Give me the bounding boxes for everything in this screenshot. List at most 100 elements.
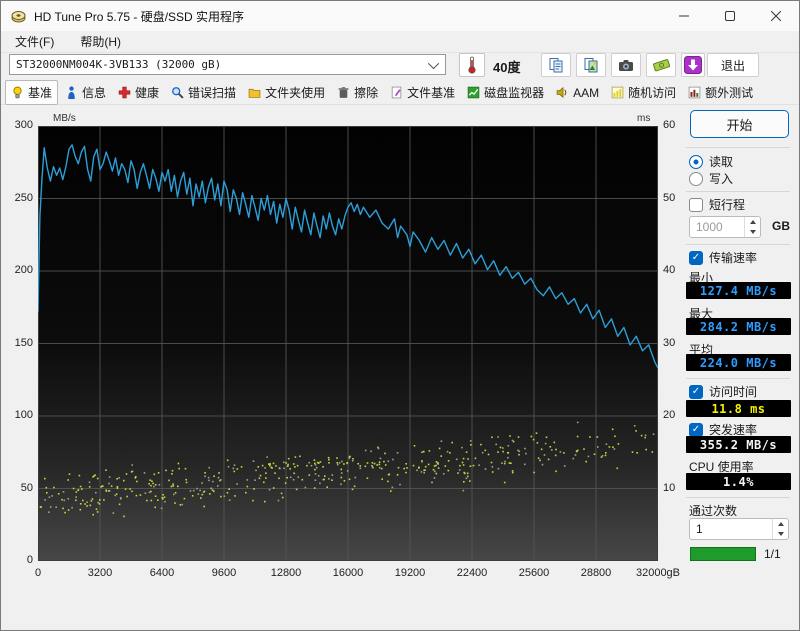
- window-title: HD Tune Pro 5.75 - 硬盘/SSD 实用程序: [34, 9, 245, 24]
- y-left-tick-label: 300: [14, 119, 33, 131]
- menu-help[interactable]: 帮助(H): [76, 31, 125, 52]
- minimize-button[interactable]: [661, 1, 707, 31]
- write-radio-row[interactable]: 写入: [689, 170, 733, 187]
- file-pen-icon: [391, 86, 402, 99]
- thermometer-icon: [468, 56, 476, 74]
- tab-random-access[interactable]: 随机访问: [606, 81, 681, 104]
- cpu-usage-display: 1.4%: [686, 473, 791, 490]
- capacity-unit: GB: [772, 219, 790, 233]
- camera-icon: [619, 59, 633, 71]
- x-tick-label: 22400: [456, 567, 488, 579]
- pass-count-spinner[interactable]: [772, 519, 788, 539]
- short-stroke-checkbox[interactable]: [689, 197, 703, 212]
- separator: [686, 191, 790, 192]
- burst-rate-checkbox[interactable]: ✓: [689, 422, 703, 437]
- app-window: HD Tune Pro 5.75 - 硬盘/SSD 实用程序 文件(F) 帮助(…: [0, 0, 800, 631]
- x-tick-label: 9600: [211, 567, 237, 579]
- x-tick-label: 32000gB: [635, 567, 681, 579]
- exit-button-label: 退出: [720, 58, 745, 73]
- benchmark-chart: MB/s ms 300 250 200 150 100 50 0 60 50 40 30 20 10 0 3…: [1, 105, 683, 605]
- plot-canvas: [38, 126, 658, 561]
- write-radio[interactable]: [689, 171, 703, 186]
- tab-health[interactable]: 健康: [113, 81, 164, 104]
- tab-label: 擦除: [354, 86, 379, 100]
- tab-label: 文件基准: [407, 86, 456, 100]
- separator: [686, 147, 790, 148]
- x-tick-label: 6400: [149, 567, 175, 579]
- tab-extra-tests[interactable]: 额外测试: [683, 81, 758, 104]
- pass-count-stepper[interactable]: 1: [689, 518, 789, 540]
- exit-button[interactable]: 退出: [707, 53, 759, 77]
- x-tick-label: 16000: [332, 567, 364, 579]
- y-left-tick-label: 0: [26, 554, 33, 566]
- left-axis-unit: MB/s: [53, 113, 76, 124]
- banknote-icon: [652, 59, 670, 72]
- pass-count-value: 1: [696, 522, 703, 536]
- tab-file-benchmark[interactable]: 文件基准: [385, 81, 460, 104]
- maximize-button[interactable]: [707, 1, 753, 31]
- trash-icon: [338, 87, 349, 98]
- drive-select-dropdown[interactable]: ST32000NM004K-3VB133 (32000 gB): [9, 54, 446, 75]
- read-radio-row[interactable]: 读取: [689, 153, 733, 170]
- app-icon: [11, 10, 26, 22]
- copy-image-icon: [584, 58, 598, 73]
- tab-erase[interactable]: 擦除: [332, 81, 383, 104]
- short-stroke-row[interactable]: 短行程: [689, 196, 745, 213]
- menu-bar: 文件(F) 帮助(H): [1, 31, 799, 53]
- read-radio-label: 读取: [709, 155, 734, 169]
- capacity-stepper[interactable]: 1000: [689, 216, 761, 238]
- copy-text-button[interactable]: [541, 53, 571, 77]
- drive-select-value: ST32000NM004K-3VB133 (32000 gB): [16, 58, 222, 71]
- tab-label: 磁盘监视器: [484, 86, 545, 100]
- magnifier-icon: [172, 87, 184, 99]
- read-radio[interactable]: [689, 154, 703, 169]
- tab-label: 信息: [82, 86, 107, 100]
- y-left-tick-label: 50: [20, 481, 33, 494]
- close-button[interactable]: [753, 1, 799, 31]
- y-left-tick-label: 250: [14, 191, 33, 204]
- tab-disk-monitor[interactable]: 磁盘监视器: [462, 81, 549, 104]
- control-panel: 开始 读取 写入 短行程 1000 GB ✓ 传输速率 最小 127.4 MB/…: [684, 106, 796, 626]
- toolbar: ST32000NM004K-3VB133 (32000 gB) 40度 退出: [1, 53, 799, 79]
- lightbulb-icon: [13, 86, 22, 99]
- tab-label: 基准: [28, 86, 53, 100]
- max-value-display: 284.2 MB/s: [686, 318, 791, 335]
- temperature-indicator: [459, 53, 485, 77]
- copy-image-button[interactable]: [576, 53, 606, 77]
- separator: [686, 497, 790, 498]
- x-tick-label: 3200: [87, 567, 113, 579]
- x-tick-label: 0: [34, 567, 42, 579]
- burst-rate-display: 355.2 MB/s: [686, 436, 791, 453]
- access-time-checkbox[interactable]: ✓: [689, 384, 703, 399]
- menu-file[interactable]: 文件(F): [11, 31, 58, 52]
- start-button[interactable]: 开始: [690, 110, 789, 138]
- tab-label: 随机访问: [628, 86, 677, 100]
- tab-folder-usage[interactable]: 文件夹使用: [243, 81, 330, 104]
- y-left-tick-label: 200: [14, 264, 33, 276]
- x-tick-label: 28800: [580, 567, 612, 579]
- access-time-row[interactable]: ✓ 访问时间: [689, 383, 757, 400]
- chevron-down-icon: [427, 57, 440, 69]
- progress-bar: [690, 547, 756, 561]
- tab-label: AAM: [573, 85, 600, 100]
- transfer-rate-row[interactable]: ✓ 传输速率: [689, 249, 757, 266]
- copy-icon: [549, 58, 563, 73]
- tab-aam[interactable]: AAM: [551, 83, 604, 103]
- y-left-tick-label: 150: [14, 336, 33, 349]
- x-tick-label: 12800: [270, 567, 302, 579]
- min-value-display: 127.4 MB/s: [686, 282, 791, 299]
- banknote-button[interactable]: [646, 53, 676, 77]
- access-time-label: 访问时间: [709, 385, 758, 399]
- download-icon: [684, 56, 702, 74]
- tab-info[interactable]: 信息: [60, 81, 111, 104]
- tab-error-scan[interactable]: 错误扫描: [166, 81, 241, 104]
- download-button[interactable]: [681, 53, 705, 77]
- x-tick-label: 25600: [518, 567, 550, 579]
- screenshot-button[interactable]: [611, 53, 641, 77]
- tab-label: 健康: [135, 86, 160, 100]
- capacity-spinner[interactable]: [744, 217, 760, 237]
- temperature-value: 40度: [493, 60, 521, 75]
- transfer-rate-checkbox[interactable]: ✓: [689, 250, 703, 265]
- tab-benchmark[interactable]: 基准: [5, 80, 59, 105]
- separator: [686, 378, 790, 379]
